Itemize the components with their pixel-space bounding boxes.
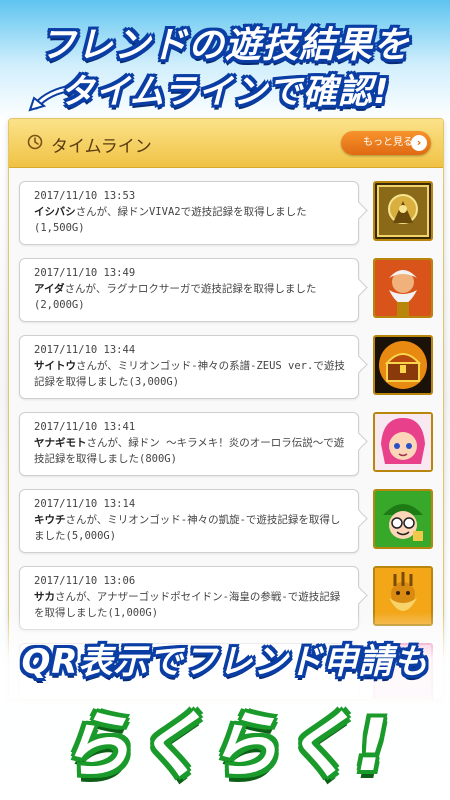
timeline-message: キウチさんが、ミリオンゴッド-神々の凱旋-で遊技記録を取得しました(5,000G… (34, 512, 350, 544)
timeline-item[interactable]: 2017/11/10 13:41 ヤナギモトさんが、緑ドン ～キラメキ！炎のオー… (19, 412, 433, 476)
timeline-timestamp: 2017/11/10 13:49 (34, 267, 136, 279)
timeline-text: さんが、ミリオンゴッド-神々の系譜-ZEUS ver.で遊技記録を取得しました(… (34, 360, 345, 388)
timeline-timestamp: 2017/11/10 13:14 (34, 498, 136, 510)
timeline-bubble: 2017/11/10 13:14 キウチさんが、ミリオンゴッド-神々の凱旋-で遊… (19, 489, 359, 553)
more-button-label: もっと見る (363, 137, 413, 148)
timeline-timestamp: 2017/11/10 13:06 (34, 575, 136, 587)
bearded-god-icon[interactable] (373, 258, 433, 318)
timeline-bubble: 2017/11/10 13:53 イシバシさんが、緑ドンVIVA2で遊技記録を取… (19, 181, 359, 245)
headline-line1: フレンドの遊技結果を (39, 25, 410, 66)
timeline-timestamp: 2017/11/10 13:41 (34, 421, 136, 433)
timeline-message: サイトウさんが、ミリオンゴッド-神々の系譜-ZEUS ver.で遊技記録を取得し… (34, 358, 350, 390)
chevron-right-icon: › (411, 135, 427, 151)
timeline-timestamp: 2017/11/10 13:53 (34, 190, 136, 202)
timeline-item[interactable]: 2017/11/10 13:53 イシバシさんが、緑ドンVIVA2で遊技記録を取… (19, 181, 433, 245)
friend-name[interactable]: ヤナギモト (34, 437, 87, 449)
friend-name[interactable]: サカ (34, 591, 55, 603)
timeline-header: タイムライン もっと見る › (9, 119, 443, 168)
treasure-chest-icon[interactable] (373, 335, 433, 395)
clock-icon (27, 134, 43, 150)
friend-name[interactable]: キウチ (34, 514, 66, 526)
bottom-headline-line1: QR表示でフレンド申請も (21, 642, 429, 682)
friend-name[interactable]: イシバシ (34, 206, 76, 218)
timeline-bubble: 2017/11/10 13:44 サイトウさんが、ミリオンゴッド-神々の系譜-Z… (19, 335, 359, 399)
timeline-text: さんが、ミリオンゴッド-神々の凱旋-で遊技記録を取得しました(5,000G) (34, 514, 341, 542)
bottom-headline-line2: らくらく! (59, 703, 391, 787)
timeline-message: ヤナギモトさんが、緑ドン ～キラメキ！炎のオーロラ伝説～で遊技記録を取得しました… (34, 435, 350, 467)
friend-name[interactable]: アイダ (34, 283, 65, 295)
timeline-item[interactable]: 2017/11/10 13:14 キウチさんが、ミリオンゴッド-神々の凱旋-で遊… (19, 489, 433, 553)
timeline-title: タイムライン (51, 137, 152, 157)
timeline-message: イシバシさんが、緑ドンVIVA2で遊技記録を取得しました(1,500G) (34, 204, 350, 236)
timeline-text: さんが、ラグナロクサーガで遊技記録を取得しました(2,000G) (34, 283, 317, 311)
pink-hair-girl-icon[interactable] (373, 412, 433, 472)
golden-crest-icon[interactable] (373, 181, 433, 241)
headline-line2: タイムラインで確認! (60, 72, 390, 112)
friend-name[interactable]: サイトウ (34, 360, 76, 372)
green-hat-boy-icon[interactable] (373, 489, 433, 549)
timeline-item[interactable]: 2017/11/10 13:49 アイダさんが、ラグナロクサーガで遊技記録を取得… (19, 258, 433, 322)
timeline-message: アイダさんが、ラグナロクサーガで遊技記録を取得しました(2,000G) (34, 281, 350, 313)
timeline-item[interactable]: 2017/11/10 13:44 サイトウさんが、ミリオンゴッド-神々の系譜-Z… (19, 335, 433, 399)
more-button[interactable]: もっと見る › (341, 131, 431, 155)
timeline-timestamp: 2017/11/10 13:44 (34, 344, 136, 356)
timeline-text: さんが、緑ドンVIVA2で遊技記録を取得しました(1,500G) (34, 206, 307, 234)
timeline-bubble: 2017/11/10 13:49 アイダさんが、ラグナロクサーガで遊技記録を取得… (19, 258, 359, 322)
timeline-bubble: 2017/11/10 13:41 ヤナギモトさんが、緑ドン ～キラメキ！炎のオー… (19, 412, 359, 476)
